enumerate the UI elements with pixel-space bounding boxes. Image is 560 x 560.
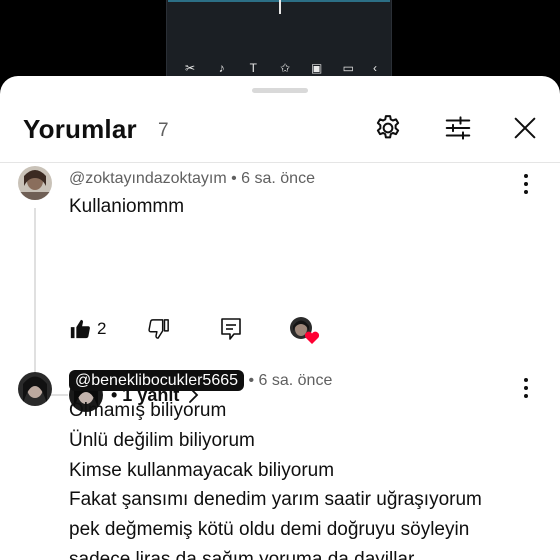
close-icon <box>514 117 536 139</box>
more-icon[interactable]: ‹ <box>372 61 378 75</box>
editor-toolbar: ✂ ♪ T ✩ ▣ ▭ ‹ <box>166 58 392 78</box>
comment-author[interactable]: @zoktayındazoktayım <box>69 170 227 187</box>
sheet-header: Yorumlar 7 <box>0 104 560 156</box>
comment-count: 7 <box>158 120 169 141</box>
drag-handle[interactable] <box>252 88 308 93</box>
comment-time: 6 sa. önce <box>258 372 333 389</box>
thumbs-up-icon <box>70 319 90 339</box>
comment-text-line: Ünlü değilim biliyorum <box>69 430 255 451</box>
comment-menu-button[interactable] <box>516 172 536 196</box>
caption-icon[interactable]: ▭ <box>340 61 356 75</box>
comment-icon <box>221 318 241 340</box>
dislike-button[interactable] <box>148 318 170 340</box>
comments-sheet: Yorumlar 7 @zoktayındazoktayım • 6 sa. ö… <box>0 76 560 560</box>
creator-heart <box>290 317 320 345</box>
filter-button[interactable] <box>442 112 474 144</box>
overlay-icon[interactable]: ▣ <box>309 61 325 75</box>
comment-text-line: sadece liras da sağım yoruma da dayillar <box>69 549 415 560</box>
comment-author-pinned[interactable]: @beneklibocukler5665 <box>69 370 245 391</box>
sheet-title: Yorumlar <box>23 114 137 144</box>
like-button[interactable]: 2 <box>69 318 106 340</box>
avatar[interactable] <box>18 166 52 200</box>
comment-text-line: Kimse kullanmayacak biliyorum <box>69 460 335 481</box>
music-note-icon[interactable]: ♪ <box>214 61 230 75</box>
comment-text-line: Olmamış biliyorum <box>69 400 227 421</box>
text-icon[interactable]: T <box>245 61 261 75</box>
creator-avatar-heart-icon <box>290 317 320 344</box>
avatar[interactable] <box>18 372 52 406</box>
sticker-icon[interactable]: ✩ <box>277 61 293 75</box>
settings-button[interactable] <box>372 112 404 144</box>
comment-time: 6 sa. önce <box>241 170 315 187</box>
sliders-icon <box>445 116 471 140</box>
header-divider <box>0 162 560 163</box>
comment-text-line: Fakat şansımı denedim yarım saatir uğraş… <box>69 489 482 510</box>
scissors-icon[interactable]: ✂ <box>182 61 198 75</box>
comment-meta: @zoktayındazoktayım • 6 sa. önce <box>69 170 315 187</box>
comment-meta: @beneklibocukler5665 • 6 sa. önce <box>69 370 333 391</box>
comment-menu-button[interactable] <box>516 376 536 400</box>
gear-icon <box>376 115 400 139</box>
playhead[interactable] <box>279 0 281 14</box>
like-count: 2 <box>97 319 107 338</box>
reply-button[interactable] <box>220 317 242 341</box>
reply-thread-line <box>34 208 68 396</box>
comment-text-line: pek değmemiş kötü oldu demi doğruyu söyl… <box>69 519 470 540</box>
close-button[interactable] <box>509 112 541 144</box>
comment-text: Kullaniommm <box>69 196 185 217</box>
thumbs-down-icon <box>148 319 169 339</box>
